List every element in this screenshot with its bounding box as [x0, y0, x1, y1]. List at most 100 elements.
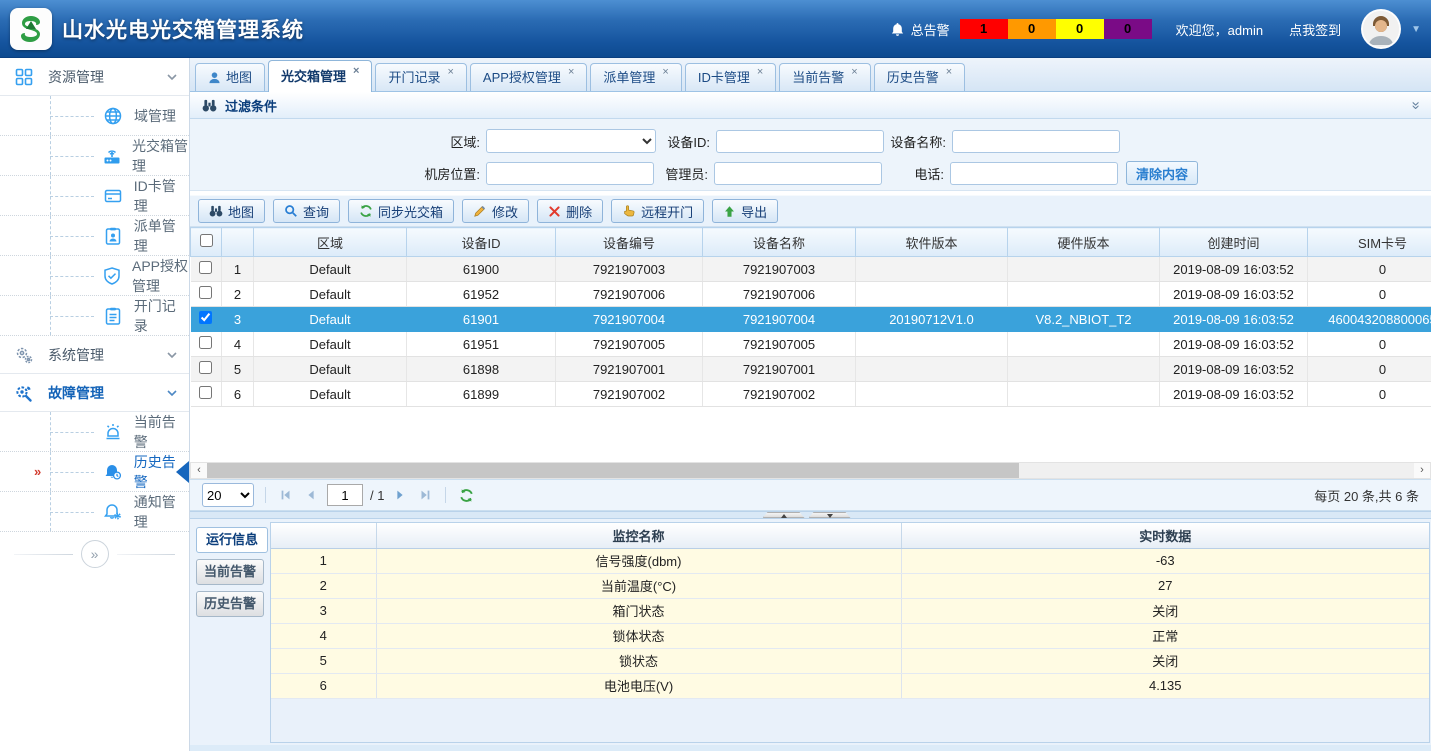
- close-icon[interactable]: [353, 58, 359, 84]
- sidebar-item-notification[interactable]: 通知管理: [0, 492, 189, 532]
- alarm-badge-major[interactable]: 0: [1008, 19, 1056, 39]
- sidebar-item-domain[interactable]: 域管理: [0, 96, 189, 136]
- map-button[interactable]: 地图: [198, 199, 265, 223]
- monitor-header-row: 监控名称 实时数据: [271, 523, 1429, 548]
- row-checkbox[interactable]: [199, 286, 212, 299]
- manager-input[interactable]: [714, 162, 882, 185]
- row-checkbox[interactable]: [199, 261, 212, 274]
- alarm-badge-warning[interactable]: 0: [1104, 19, 1152, 39]
- horizontal-scrollbar[interactable]: ‹ ›: [190, 462, 1431, 479]
- clipboard-icon: [102, 305, 124, 327]
- collapse-sidebar-button[interactable]: [81, 540, 109, 568]
- room-location-input[interactable]: [486, 162, 654, 185]
- col-device-no: 设备编号: [556, 228, 703, 257]
- sidebar-item-dispatch[interactable]: 派单管理: [0, 216, 189, 256]
- table-row[interactable]: 4 Default 61951 7921907005 7921907005 20…: [191, 332, 1431, 357]
- tab-current-alarm[interactable]: 当前告警: [196, 559, 264, 585]
- phone-input[interactable]: [950, 162, 1118, 185]
- tab-box-mgmt[interactable]: 光交箱管理: [268, 60, 372, 92]
- refresh-icon[interactable]: [457, 486, 475, 504]
- row-checkbox[interactable]: [199, 361, 212, 374]
- region-select[interactable]: [486, 129, 656, 153]
- tab-id-card[interactable]: ID卡管理: [685, 63, 776, 91]
- monitor-row: 2 当前温度(°C) 27: [271, 573, 1429, 598]
- sidebar-section-resource[interactable]: 资源管理: [0, 58, 189, 96]
- toolbar: 地图 查询 同步光交箱 修改 删除 远程开门: [190, 195, 1431, 227]
- table-row[interactable]: 3 Default 61901 7921907004 7921907004 20…: [191, 307, 1431, 332]
- alarm-badge-critical[interactable]: 1: [960, 19, 1008, 39]
- alarm-badge-minor[interactable]: 0: [1056, 19, 1104, 39]
- tab-app-auth[interactable]: APP授权管理: [470, 63, 587, 91]
- sidebar-item-history-alarms[interactable]: » 历史告警: [0, 452, 189, 492]
- welcome-text: 欢迎您，admin: [1176, 20, 1263, 39]
- close-icon[interactable]: [946, 59, 952, 85]
- device-id-input[interactable]: [716, 130, 884, 153]
- close-icon[interactable]: [851, 59, 857, 85]
- export-button[interactable]: 导出: [712, 199, 778, 223]
- col-row-number: [222, 228, 254, 257]
- remote-open-button[interactable]: 远程开门: [611, 199, 704, 223]
- search-icon: [284, 204, 298, 218]
- page-size-select[interactable]: 20: [202, 483, 254, 507]
- table-row[interactable]: 1 Default 61900 7921907003 7921907003 20…: [191, 257, 1431, 282]
- app-header: 山水光电光交箱管理系统 总告警 1 0 0 0 欢迎您，admin 点我签到 ▼: [0, 0, 1431, 58]
- tab-runtime-info[interactable]: 运行信息: [196, 527, 268, 553]
- page-number-input[interactable]: [327, 484, 363, 506]
- alarm-badges: 1 0 0 0: [960, 19, 1152, 39]
- tab-history-alarms[interactable]: 历史告警: [874, 63, 965, 91]
- col-device-name: 设备名称: [703, 228, 856, 257]
- row-checkbox[interactable]: [199, 311, 212, 324]
- close-icon[interactable]: [757, 59, 763, 85]
- close-icon[interactable]: [662, 59, 668, 85]
- close-icon[interactable]: [447, 59, 453, 85]
- sidebar-item-app-auth[interactable]: APP授权管理: [0, 256, 189, 296]
- col-software: 软件版本: [856, 228, 1008, 257]
- avatar[interactable]: [1361, 9, 1401, 49]
- tab-map[interactable]: 地图: [195, 63, 265, 91]
- tab-dispatch[interactable]: 派单管理: [590, 63, 681, 91]
- table-row[interactable]: 5 Default 61898 7921907001 7921907001 20…: [191, 357, 1431, 382]
- sidebar-item-id-card[interactable]: ID卡管理: [0, 176, 189, 216]
- sync-button[interactable]: 同步光交箱: [348, 199, 454, 223]
- prev-page-icon[interactable]: [302, 486, 320, 504]
- collapse-filter-icon[interactable]: [1407, 101, 1422, 109]
- panel-splitter[interactable]: [190, 511, 1431, 519]
- grid-icon: [12, 65, 36, 89]
- last-page-icon[interactable]: [416, 486, 434, 504]
- scrollbar-thumb[interactable]: [207, 463, 1019, 478]
- device-name-input[interactable]: [952, 130, 1120, 153]
- table-row[interactable]: 6 Default 61899 7921907002 7921907002 20…: [191, 382, 1431, 407]
- row-checkbox[interactable]: [199, 386, 212, 399]
- tab-current-alarms[interactable]: 当前告警: [779, 63, 870, 91]
- col-created: 创建时间: [1160, 228, 1308, 257]
- sidebar-section-fault[interactable]: 故障管理: [0, 374, 189, 412]
- sidebar-item-open-records[interactable]: 开门记录: [0, 296, 189, 336]
- scroll-left-arrow-icon[interactable]: ‹: [191, 463, 207, 478]
- delete-button[interactable]: 删除: [537, 199, 603, 223]
- signin-link[interactable]: 点我签到: [1289, 20, 1341, 39]
- tab-history-alarm[interactable]: 历史告警: [196, 591, 264, 617]
- close-icon[interactable]: [568, 59, 574, 85]
- manager-label: 管理员:: [654, 164, 714, 183]
- monitor-row: 5 锁状态 关闭: [271, 648, 1429, 673]
- filter-panel-header: 过滤条件: [190, 92, 1431, 119]
- search-button[interactable]: 查询: [273, 199, 340, 223]
- first-page-icon[interactable]: [277, 486, 295, 504]
- sidebar-item-current-alarms[interactable]: 当前告警: [0, 412, 189, 452]
- sidebar-item-box-mgmt[interactable]: 光交箱管理: [0, 136, 189, 176]
- expand-up-icon[interactable]: [763, 512, 805, 518]
- next-page-icon[interactable]: [391, 486, 409, 504]
- pencil-icon: [473, 204, 487, 218]
- col-hardware: 硬件版本: [1008, 228, 1160, 257]
- pagination-summary: 每页 20 条,共 6 条: [1314, 486, 1419, 505]
- table-row[interactable]: 2 Default 61952 7921907006 7921907006 20…: [191, 282, 1431, 307]
- scroll-right-arrow-icon[interactable]: ›: [1414, 463, 1430, 478]
- tab-open-records[interactable]: 开门记录: [375, 63, 466, 91]
- select-all-checkbox[interactable]: [200, 234, 213, 247]
- row-checkbox[interactable]: [199, 336, 212, 349]
- chevron-down-icon[interactable]: ▼: [1411, 24, 1421, 35]
- edit-button[interactable]: 修改: [462, 199, 529, 223]
- sidebar-section-system[interactable]: 系统管理: [0, 336, 189, 374]
- clear-content-button[interactable]: 清除内容: [1126, 161, 1198, 185]
- collapse-down-icon[interactable]: [809, 512, 851, 518]
